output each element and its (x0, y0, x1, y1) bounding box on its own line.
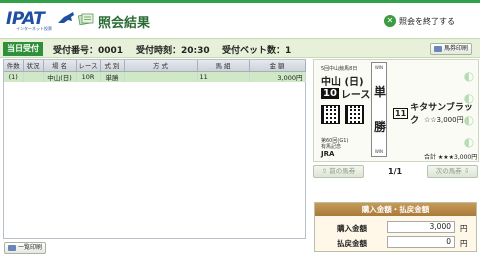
exit-inquiry-button[interactable]: ✕ 照会を終了する (384, 13, 455, 29)
win-char-1: 単 (373, 85, 386, 99)
horse-icon (58, 12, 74, 23)
col-header-amount: 金 額 (249, 60, 306, 72)
table-header-row: 件数 状況 場 名 レース 式 別 方 式 馬 組 金 額 (4, 60, 306, 72)
print-list-button[interactable]: 一覧印刷 (4, 242, 47, 254)
arrow-down-icon: ⇩ (463, 167, 470, 175)
print-ticket-label: 馬券印刷 (444, 45, 469, 52)
header-bar: IPAT インターネット投票 照会結果 ✕ 照会を終了する (0, 0, 480, 32)
col-header-race: レース (76, 60, 101, 72)
horse-number: 11 (393, 107, 409, 119)
logo-subtext: インターネット投票 (16, 26, 52, 31)
ticket-preview-panel: 5回中山競馬8日 中山 (日) 10 レース 第60回(G1) 有馬記念 JRA… (313, 59, 480, 179)
prev-ticket-label: 前の馬券 (329, 167, 356, 175)
qr-code-icon (321, 105, 340, 124)
prev-ticket-button[interactable]: ⇧ 前の馬券 (313, 165, 364, 178)
cell-combo: 11 (197, 71, 250, 82)
betting-ticket: 5回中山競馬8日 中山 (日) 10 レース 第60回(G1) 有馬記念 JRA… (313, 59, 479, 162)
totals-panel: 購入金額・払戻金額 購入金額 3,000 円 払戻金額 0 円 (314, 202, 477, 252)
bet-type-box: WIN 単 勝 WIN (371, 62, 387, 157)
cell-place: 中山(日) (43, 71, 77, 82)
qr-code-icon (345, 105, 364, 124)
totals-title: 購入金額・払戻金額 (315, 203, 476, 216)
win-label-bottom: WIN (374, 149, 384, 154)
cell-method (124, 71, 198, 82)
col-header-combo: 馬 組 (197, 60, 250, 72)
purchase-unit: 円 (460, 224, 468, 233)
ticket-stack-icon (78, 13, 94, 26)
payout-amount-row: 払戻金額 0 円 (315, 235, 478, 249)
next-ticket-button[interactable]: 次の馬券 ⇩ (427, 165, 478, 178)
purchase-label: 購入金額 (337, 224, 367, 233)
printer-icon (8, 245, 16, 251)
next-ticket-label: 次の馬券 (435, 167, 462, 175)
receipt-info-bar: 当日受付 受付番号：0001 受付時刻：20:30 受付ベット数：1 馬券印刷 (0, 38, 480, 58)
receipt-time: 受付時刻：20:30 (136, 46, 210, 56)
today-receipt-tag: 当日受付 (3, 42, 43, 56)
win-char-2: 勝 (373, 120, 386, 134)
col-header-type: 式 別 (100, 60, 125, 72)
cell-status (23, 71, 44, 82)
printer-icon (434, 46, 442, 52)
cell-type: 単勝 (100, 71, 125, 82)
bet-count: 受付ベット数：1 (222, 46, 292, 56)
ticket-meet-info: 第60回(G1) 有馬記念 (321, 138, 348, 150)
cell-count: (1) (4, 71, 24, 82)
ticket-page-indicator: 1/1 (388, 167, 403, 176)
race-suffix: レース (340, 90, 371, 101)
purchase-amount-row: 購入金額 3,000 円 (315, 220, 478, 234)
table-row[interactable]: (1) 中山(日) 10R 単勝 11 3,000円 (4, 71, 306, 82)
bet-list-panel: 件数 状況 場 名 レース 式 別 方 式 馬 組 金 額 (1) 中山(日) … (3, 59, 306, 239)
race-number: 10 (321, 88, 339, 99)
exit-label: 照会を終了する (399, 16, 455, 26)
cell-race: 10R (76, 71, 101, 82)
ticket-meeting-day: 5回中山競馬8日 (321, 66, 358, 72)
bet-list-table: 件数 状況 場 名 レース 式 別 方 式 馬 組 金 額 (1) 中山(日) … (4, 60, 306, 82)
col-header-place: 場 名 (43, 60, 77, 72)
ticket-amount: ☆☆3,000円 (424, 116, 464, 124)
print-ticket-button[interactable]: 馬券印刷 (430, 43, 473, 55)
ticket-race: 10 レース (321, 86, 370, 101)
arrow-up-icon: ⇧ (321, 167, 328, 175)
page-title: 照会結果 (98, 16, 151, 31)
win-label-top: WIN (374, 65, 384, 70)
cell-amount: 3,000円 (249, 71, 306, 82)
col-header-count: 件数 (4, 60, 24, 72)
close-circle-icon: ✕ (384, 15, 396, 27)
col-header-status: 状況 (23, 60, 44, 72)
ipat-logo: IPAT インターネット投票 (6, 9, 74, 31)
col-header-method: 方 式 (124, 60, 198, 72)
jra-mark: JRA (321, 150, 335, 158)
payout-unit: 円 (460, 239, 468, 248)
payout-label: 払戻金額 (337, 239, 367, 248)
payout-amount-value: 0 (387, 236, 455, 248)
receipt-number: 受付番号：0001 (53, 46, 124, 56)
jra-watermark-icon: ◐ ◐ ◐ ◐ (463, 69, 475, 149)
purchase-amount-value: 3,000 (387, 221, 455, 233)
print-list-label: 一覧印刷 (18, 244, 43, 251)
